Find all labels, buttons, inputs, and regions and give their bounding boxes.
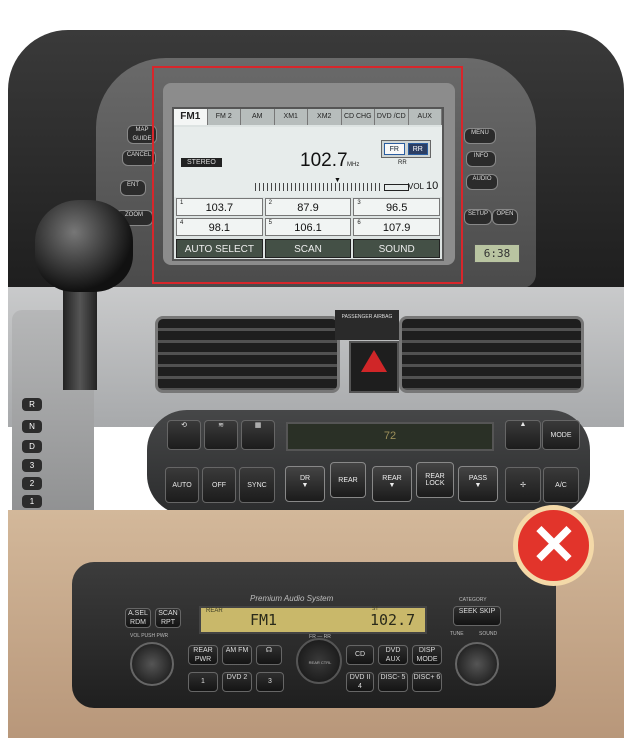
defrost-rear-icon[interactable]: ▦ [241,420,275,450]
rear-temp-button[interactable]: REAR ▼ [372,466,412,502]
clock-display: 6:38 [474,244,520,263]
cancel-button[interactable]: CANCEL [122,150,156,166]
rear-ctrl-label: REAR CTRL [308,660,332,665]
cd-button[interactable]: CD [346,645,374,665]
tune-knob[interactable] [455,642,499,686]
recirculate-icon[interactable]: ⟲ [167,420,201,450]
audio-button[interactable]: AUDIO [466,174,498,190]
preset-button-5[interactable]: DISC- 5 [378,672,408,692]
gear-2: 2 [22,477,42,490]
left-air-vent[interactable] [155,316,340,393]
gear-n: N [22,420,42,433]
gear-r: R [22,398,42,411]
tune-label: TUNE [450,631,464,637]
gear-shifter-stem [63,290,97,390]
setup-button[interactable]: SETUP [464,209,492,225]
radio-rear-label: REAR [206,608,223,614]
menu-button[interactable]: MENU [464,128,496,144]
preset-button-6[interactable]: DISC+ 6 [412,672,442,692]
rear-temp-label: REAR [382,475,402,482]
vol-pwr-label: VOL PUSH PWR [130,633,169,639]
x-mark-icon: ✕ [530,513,578,576]
right-air-vent[interactable] [399,316,584,393]
preset-button-3[interactable]: 3 [256,672,284,692]
sync-button[interactable]: SYNC [239,467,275,503]
gear-1: 1 [22,495,42,508]
radio-st-label: ST [372,606,379,612]
seek-skip-button[interactable]: SEEK SKIP [453,606,501,626]
sound-label: SOUND [479,631,498,637]
asel-rdm-button[interactable]: A.SEL RDM [125,608,151,628]
highlight-box [152,66,463,284]
category-label: CATEGORY [459,597,487,603]
gear-3: 3 [22,459,42,472]
ent-button[interactable]: ENT [120,180,146,196]
headphone-icon[interactable]: ☊ [256,645,282,665]
volume-knob[interactable] [130,642,174,686]
rear-pwr-button[interactable]: REAR PWR [188,645,218,665]
disp-mode-button[interactable]: DISP MODE [412,645,442,665]
open-button[interactable]: OPEN [492,209,518,225]
fan-up-icon[interactable]: ▲ [505,420,541,450]
preset-button-1[interactable]: 1 [188,672,218,692]
passenger-temp-button[interactable]: PASS ▼ [458,466,498,502]
fr-rr-label: FR — RR [309,634,331,640]
radio-band: FM1 [250,611,278,629]
preset-button-2[interactable]: DVD 2 [222,672,252,692]
radio-frequency: 102.7 [370,611,416,629]
defrost-front-icon[interactable]: ≋ [204,420,238,450]
mode-button[interactable]: MODE [542,420,580,450]
driver-label: DR [299,475,311,482]
gear-shifter-knob[interactable] [35,200,133,292]
info-button[interactable]: INFO [466,151,496,167]
hazard-triangle-icon [361,350,387,372]
preset-button-4[interactable]: DVD II 4 [346,672,374,692]
am-fm-button[interactable]: AM FM [222,645,252,665]
driver-temp-button[interactable]: DR ▼ [285,466,325,502]
dvd-aux-button[interactable]: DVD AUX [378,645,408,665]
dashboard-photo: MAP GUIDE CANCEL ENT ZOOM MENU INFO AUDI… [0,0,632,738]
auto-button[interactable]: AUTO [165,467,199,503]
radio-title: Premium Audio System [250,594,334,603]
passenger-airbag-indicator: PASSENGER AIRBAG [335,310,399,340]
passenger-label: PASS [468,475,488,482]
rear-lock-button[interactable]: REAR LOCK [416,462,454,498]
ac-button[interactable]: A/C [543,467,579,503]
scan-rpt-button[interactable]: SCAN RPT [155,608,181,628]
fan-icon[interactable]: ✢ [505,467,541,503]
climate-display: 72 [286,422,494,451]
off-button[interactable]: OFF [202,467,236,503]
gear-d: D [22,440,42,453]
rear-button[interactable]: REAR [330,462,366,498]
